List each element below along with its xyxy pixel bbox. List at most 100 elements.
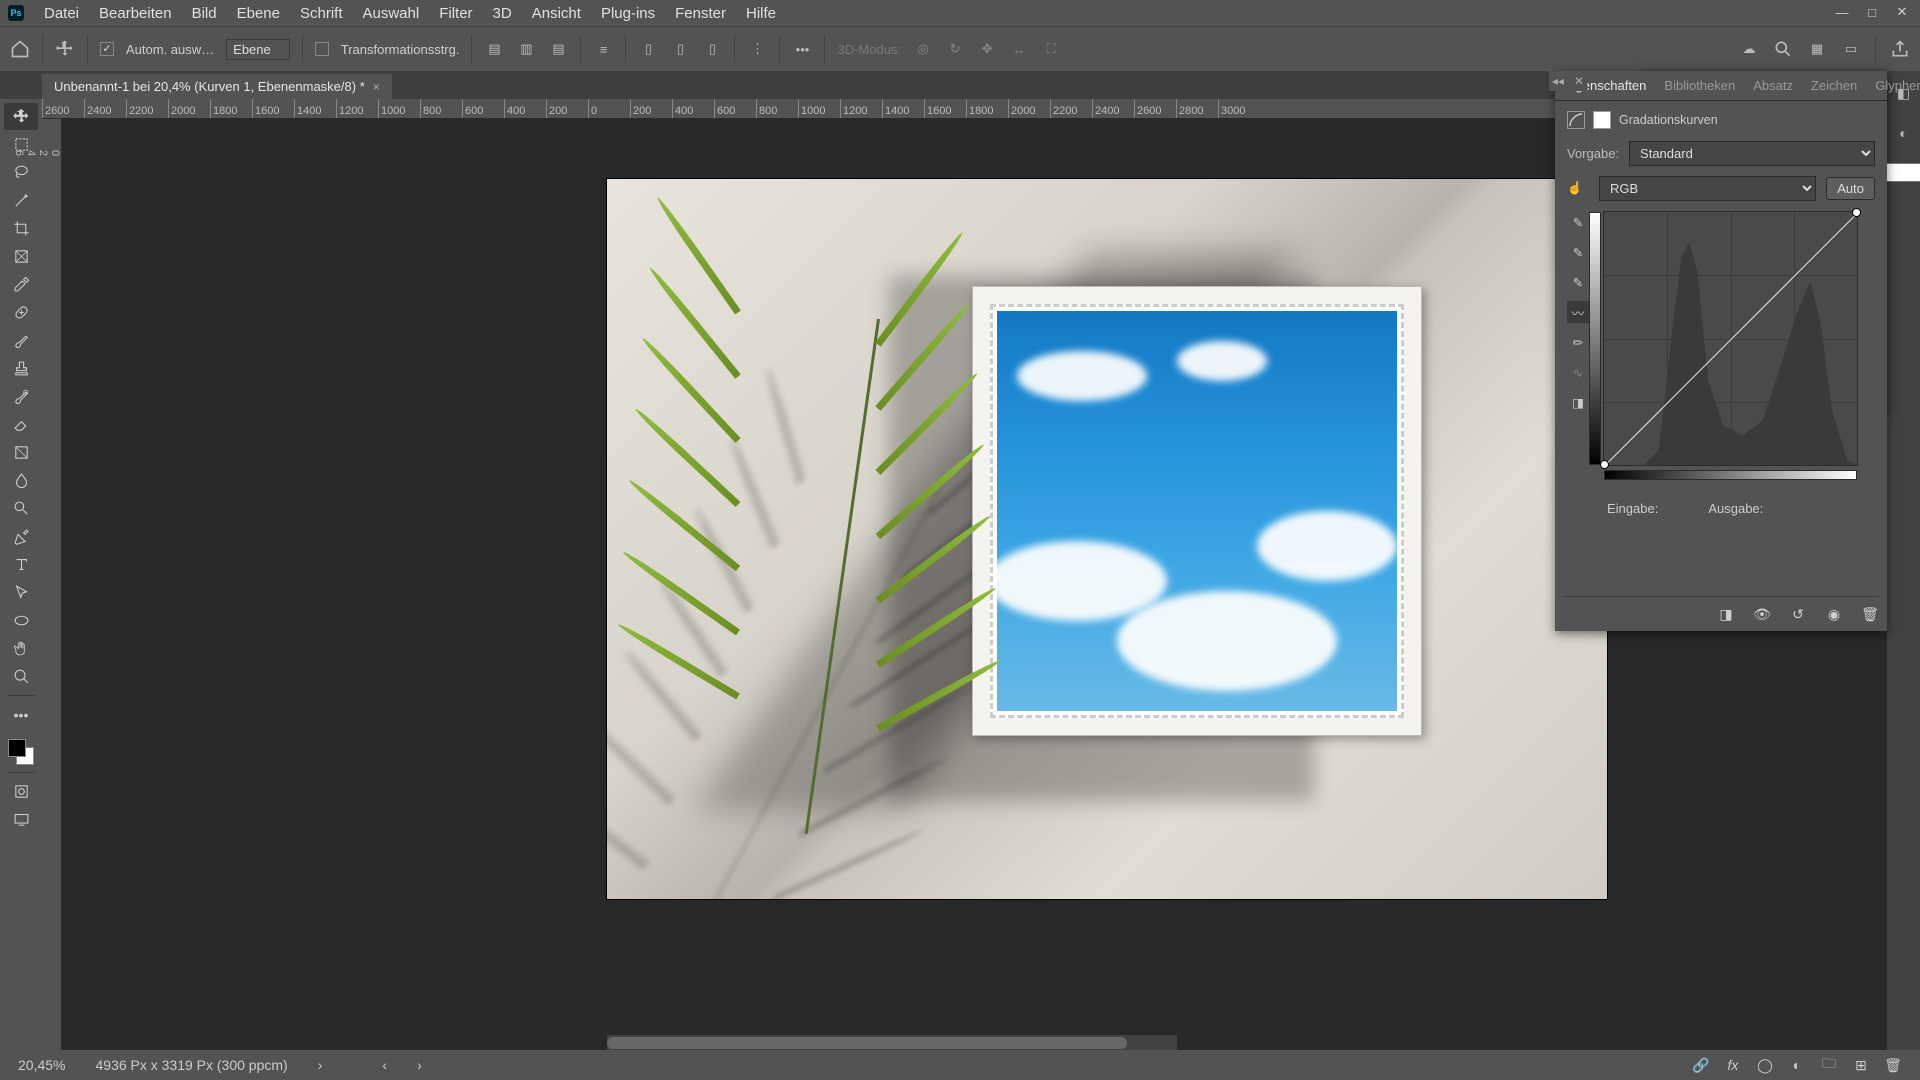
- align-bottom-icon[interactable]: ▯: [702, 39, 722, 59]
- menu-item[interactable]: Bearbeiten: [89, 1, 182, 26]
- edit-toolbar-icon[interactable]: •••: [4, 701, 38, 728]
- tab-libraries[interactable]: Bibliotheken: [1655, 71, 1744, 100]
- heal-tool[interactable]: [4, 299, 38, 326]
- align-top-icon[interactable]: ▯: [638, 39, 658, 59]
- menu-item[interactable]: Auswahl: [353, 1, 430, 26]
- workspace-icon[interactable]: ▭: [1841, 39, 1861, 59]
- curve-point-highlight[interactable]: [1852, 208, 1861, 217]
- move-tool-icon[interactable]: [55, 39, 75, 59]
- blur-tool[interactable]: [4, 467, 38, 494]
- menu-item[interactable]: Fenster: [665, 1, 736, 26]
- home-icon[interactable]: [10, 39, 30, 59]
- tab-character[interactable]: Zeichen: [1802, 71, 1866, 100]
- sample-black-icon[interactable]: ✎: [1567, 211, 1589, 233]
- sample-white-icon[interactable]: ✎: [1567, 271, 1589, 293]
- history-brush-tool[interactable]: [4, 383, 38, 410]
- align-right-icon[interactable]: ▤: [548, 39, 568, 59]
- close-tab-icon[interactable]: ×: [373, 80, 380, 94]
- target-adjust-icon[interactable]: ☝: [1567, 181, 1589, 196]
- menu-item[interactable]: Schrift: [290, 1, 353, 26]
- magic-wand-tool[interactable]: [4, 187, 38, 214]
- minimize-button[interactable]: —: [1828, 2, 1856, 22]
- menu-item[interactable]: Hilfe: [736, 1, 786, 26]
- pen-tool[interactable]: [4, 523, 38, 550]
- document-tab[interactable]: Unbenannt-1 bei 20,4% (Kurven 1, Ebenenm…: [42, 74, 392, 99]
- mask-icon[interactable]: ◯: [1756, 1056, 1774, 1074]
- maximize-button[interactable]: □: [1858, 2, 1886, 22]
- foreground-color[interactable]: [8, 739, 26, 757]
- tab-glyphs[interactable]: Glyphen: [1866, 71, 1920, 100]
- curve-point-shadow[interactable]: [1600, 460, 1609, 469]
- sample-gray-icon[interactable]: ✎: [1567, 241, 1589, 263]
- clip-to-layer-icon[interactable]: ◨: [1717, 605, 1735, 623]
- delete-layer-icon[interactable]: 🗑: [1884, 1056, 1902, 1074]
- target-dropdown[interactable]: Ebene: [226, 39, 290, 60]
- eyedropper-tool[interactable]: [4, 271, 38, 298]
- menu-item[interactable]: 3D: [483, 1, 522, 26]
- adjustment-title: Gradationskurven: [1619, 113, 1718, 127]
- horizontal-scrollbar[interactable]: [607, 1035, 1177, 1051]
- gradient-tool[interactable]: [4, 439, 38, 466]
- transform-controls-checkbox[interactable]: [315, 42, 329, 56]
- menu-item[interactable]: Datei: [34, 1, 89, 26]
- link-icon[interactable]: 🔗: [1692, 1056, 1710, 1074]
- curve-clip-icon[interactable]: ◨: [1567, 391, 1589, 413]
- menu-item[interactable]: Bild: [182, 1, 227, 26]
- crop-tool[interactable]: [4, 215, 38, 242]
- reset-icon[interactable]: ↺: [1789, 605, 1807, 623]
- quick-mask-icon[interactable]: [4, 778, 38, 805]
- panel-collapse-button[interactable]: ◂◂ ✕: [1549, 71, 1587, 91]
- more-options-icon[interactable]: •••: [792, 39, 812, 59]
- arrange-icon[interactable]: ▦: [1807, 39, 1827, 59]
- fx-icon[interactable]: fx: [1724, 1056, 1742, 1074]
- hand-tool[interactable]: [4, 635, 38, 662]
- eraser-tool[interactable]: [4, 411, 38, 438]
- screen-mode-icon[interactable]: [4, 806, 38, 833]
- brush-tool[interactable]: [4, 327, 38, 354]
- cloud-icon[interactable]: ☁: [1739, 39, 1759, 59]
- delete-adjustment-icon[interactable]: 🗑: [1861, 605, 1879, 623]
- timeline-prev-icon[interactable]: ‹: [382, 1057, 387, 1073]
- auto-select-checkbox[interactable]: [100, 42, 114, 56]
- dodge-tool[interactable]: [4, 495, 38, 522]
- scrollbar-thumb[interactable]: [607, 1037, 1127, 1049]
- group-icon[interactable]: 🗀: [1820, 1056, 1838, 1074]
- align-center-h-icon[interactable]: ▥: [516, 39, 536, 59]
- curve-point-tool[interactable]: 〰: [1567, 301, 1589, 323]
- path-select-tool[interactable]: [4, 579, 38, 606]
- curves-graph[interactable]: [1603, 211, 1858, 466]
- adjustment-layer-icon[interactable]: ◐: [1788, 1056, 1806, 1074]
- distribute-v-icon[interactable]: ⋮: [747, 39, 767, 59]
- search-icon[interactable]: [1773, 39, 1793, 59]
- menu-item[interactable]: Plug-ins: [591, 1, 665, 26]
- doc-info-chevron[interactable]: ›: [318, 1057, 323, 1073]
- distribute-icon[interactable]: ≡: [593, 39, 613, 59]
- share-icon[interactable]: [1890, 39, 1910, 59]
- close-button[interactable]: ✕: [1888, 2, 1916, 22]
- zoom-tool[interactable]: [4, 663, 38, 690]
- type-tool[interactable]: [4, 551, 38, 578]
- shape-tool[interactable]: [4, 607, 38, 634]
- ruler-vertical[interactable]: 0246: [42, 119, 62, 1050]
- tab-paragraph[interactable]: Absatz: [1744, 71, 1802, 100]
- new-layer-icon[interactable]: ⊞: [1852, 1056, 1870, 1074]
- timeline-next-icon[interactable]: ›: [417, 1057, 422, 1073]
- toggle-visibility-icon[interactable]: 👁: [1753, 605, 1771, 623]
- stamp-tool[interactable]: [4, 355, 38, 382]
- align-middle-icon[interactable]: ▯: [670, 39, 690, 59]
- align-left-icon[interactable]: ▤: [484, 39, 504, 59]
- auto-button[interactable]: Auto: [1826, 177, 1875, 200]
- channel-dropdown[interactable]: RGB: [1599, 176, 1816, 201]
- zoom-readout[interactable]: 20,45%: [18, 1057, 65, 1073]
- color-swatches[interactable]: [6, 737, 36, 767]
- artboard[interactable]: [607, 179, 1607, 899]
- doc-info-readout[interactable]: 4936 Px x 3319 Px (300 ppcm): [95, 1057, 287, 1073]
- swatches-panel-icon[interactable]: ◐: [1894, 123, 1914, 143]
- preview-icon[interactable]: ◉: [1825, 605, 1843, 623]
- menu-item[interactable]: Filter: [429, 1, 482, 26]
- menu-item[interactable]: Ansicht: [522, 1, 591, 26]
- preset-dropdown[interactable]: Standard: [1629, 141, 1875, 166]
- frame-tool[interactable]: [4, 243, 38, 270]
- curve-pencil-tool[interactable]: ✏: [1567, 331, 1589, 353]
- menu-item[interactable]: Ebene: [227, 1, 290, 26]
